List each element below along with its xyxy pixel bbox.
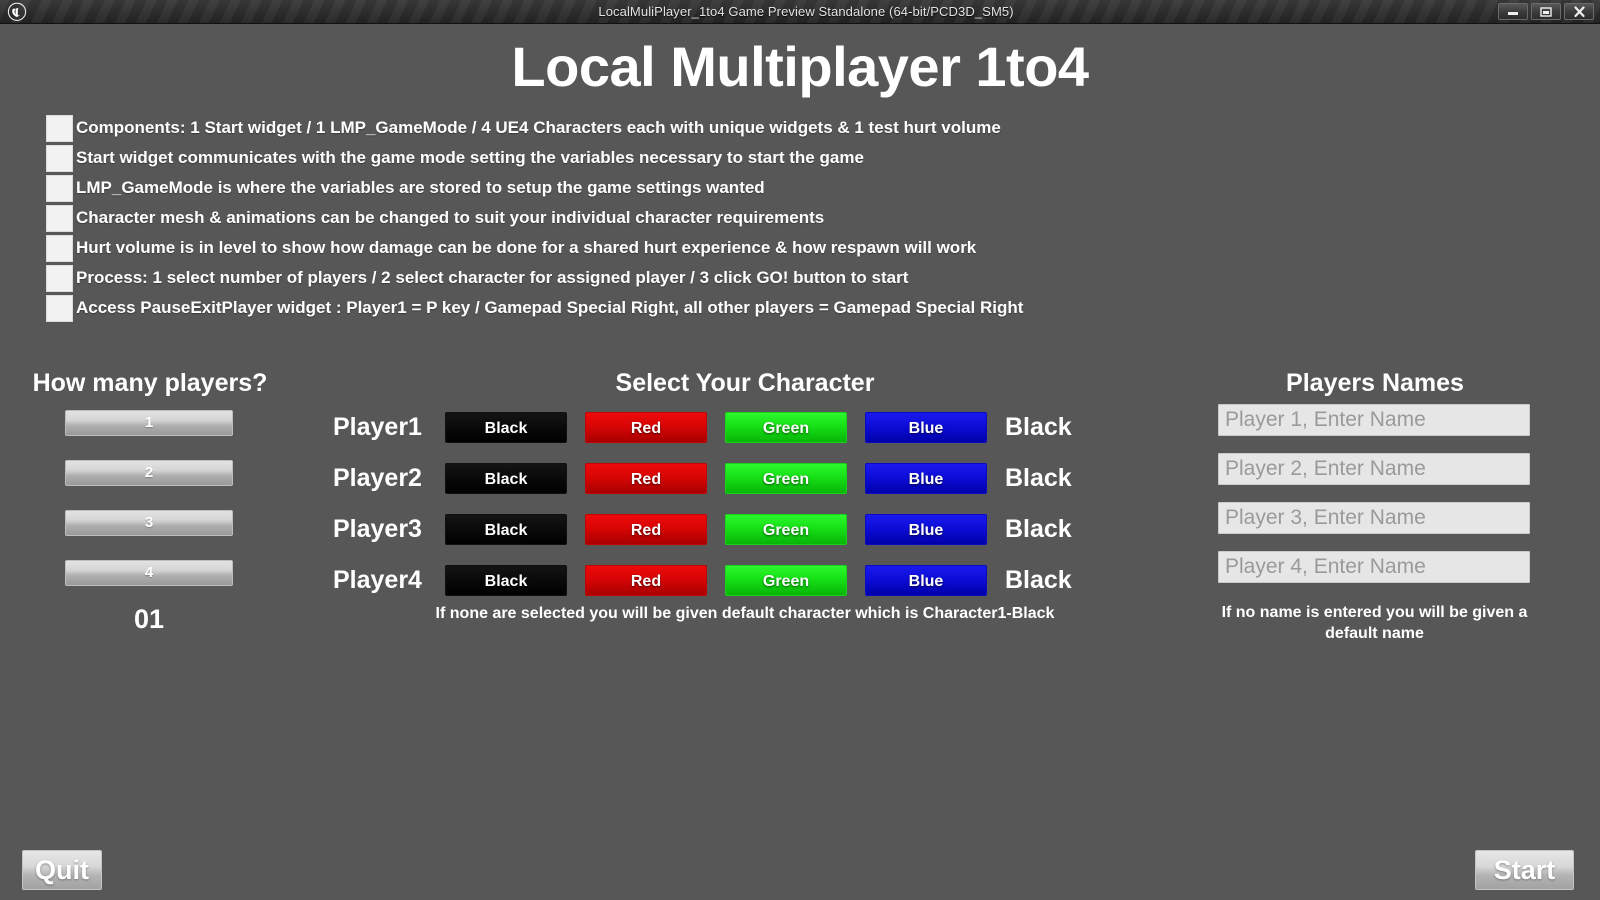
player-count-heading: How many players? bbox=[32, 369, 268, 397]
player-name-input-4[interactable] bbox=[1218, 551, 1530, 583]
character-row: Player4 Black Red Green Blue Black bbox=[333, 555, 1072, 606]
game-preview-viewport: Local Multiplayer 1to4 Components: 1 Sta… bbox=[0, 24, 1600, 900]
player-name-input-2[interactable] bbox=[1218, 453, 1530, 485]
window-title-bar: LocalMuliPlayer_1to4 Game Preview Standa… bbox=[0, 0, 1600, 24]
character-current-value: Black bbox=[1005, 464, 1072, 492]
player-count-option-2[interactable]: 2 bbox=[65, 460, 233, 486]
character-option-green-p3[interactable]: Green bbox=[725, 514, 847, 545]
bullet-item: Character mesh & animations can be chang… bbox=[46, 203, 1246, 233]
character-option-red-p4[interactable]: Red bbox=[585, 565, 707, 596]
character-current-value: Black bbox=[1005, 515, 1072, 543]
minimize-button[interactable] bbox=[1498, 3, 1528, 20]
character-option-black-p2[interactable]: Black bbox=[445, 463, 567, 494]
character-option-green-p2[interactable]: Green bbox=[725, 463, 847, 494]
checkbox-icon bbox=[46, 294, 73, 322]
character-option-black-p4[interactable]: Black bbox=[445, 565, 567, 596]
character-select-note: If none are selected you will be given d… bbox=[435, 605, 1055, 622]
page-title: Local Multiplayer 1to4 bbox=[511, 35, 1089, 98]
bullet-label: LMP_GameMode is where the variables are … bbox=[76, 178, 765, 197]
character-option-blue-p1[interactable]: Blue bbox=[865, 412, 987, 443]
character-current-value: Black bbox=[1005, 566, 1072, 594]
character-option-red-p3[interactable]: Red bbox=[585, 514, 707, 545]
bullet-label: Components: 1 Start widget / 1 LMP_GameM… bbox=[76, 118, 1001, 137]
bullet-item: Process: 1 select number of players / 2 … bbox=[46, 263, 1246, 293]
character-row: Player3 Black Red Green Blue Black bbox=[333, 504, 1072, 555]
bullet-item: LMP_GameMode is where the variables are … bbox=[46, 173, 1246, 203]
character-row: Player1 Black Red Green Blue Black bbox=[333, 402, 1072, 453]
bullet-label: Character mesh & animations can be chang… bbox=[76, 208, 825, 227]
feature-bullet-list: Components: 1 Start widget / 1 LMP_GameM… bbox=[46, 113, 1246, 323]
player-label: Player1 bbox=[333, 413, 422, 441]
bullet-label: Process: 1 select number of players / 2 … bbox=[76, 268, 909, 287]
character-option-blue-p4[interactable]: Blue bbox=[865, 565, 987, 596]
close-icon bbox=[1573, 5, 1585, 17]
checkbox-icon bbox=[46, 234, 73, 262]
start-button[interactable]: Start bbox=[1475, 850, 1574, 890]
character-option-black-p1[interactable]: Black bbox=[445, 412, 567, 443]
player-name-input-1[interactable] bbox=[1218, 404, 1530, 436]
character-row: Player2 Black Red Green Blue Black bbox=[333, 453, 1072, 504]
character-option-blue-p2[interactable]: Blue bbox=[865, 463, 987, 494]
quit-button[interactable]: Quit bbox=[22, 850, 102, 890]
bullet-item: Access PauseExitPlayer widget : Player1 … bbox=[46, 293, 1246, 323]
character-option-green-p1[interactable]: Green bbox=[725, 412, 847, 443]
players-names-note: If no name is entered you will be given … bbox=[1221, 604, 1528, 642]
bullet-label: Access PauseExitPlayer widget : Player1 … bbox=[76, 298, 1024, 317]
character-select-grid: Player1 Black Red Green Blue Black Player2 Blac… bbox=[333, 402, 1072, 606]
player-count-value: 01 bbox=[133, 604, 165, 634]
player-count-option-3[interactable]: 3 bbox=[65, 510, 233, 536]
bullet-item: Components: 1 Start widget / 1 LMP_GameM… bbox=[46, 113, 1246, 143]
character-select-heading: Select Your Character bbox=[615, 369, 875, 397]
character-option-green-p4[interactable]: Green bbox=[725, 565, 847, 596]
player-name-input-3[interactable] bbox=[1218, 502, 1530, 534]
player-label: Player4 bbox=[333, 566, 422, 594]
bullet-label: Start widget communicates with the game … bbox=[76, 148, 864, 167]
checkbox-icon bbox=[46, 114, 73, 142]
checkbox-icon bbox=[46, 174, 73, 202]
player-label: Player2 bbox=[333, 464, 422, 492]
checkbox-icon bbox=[46, 264, 73, 292]
unreal-engine-logo-icon bbox=[0, 0, 34, 24]
close-button[interactable] bbox=[1564, 3, 1594, 20]
checkbox-icon bbox=[46, 144, 73, 172]
restore-button[interactable] bbox=[1531, 3, 1561, 20]
restore-icon bbox=[1540, 7, 1552, 17]
window-title: LocalMuliPlayer_1to4 Game Preview Standa… bbox=[598, 4, 1014, 19]
character-current-value: Black bbox=[1005, 413, 1072, 441]
player-label: Player3 bbox=[333, 515, 422, 543]
character-option-black-p3[interactable]: Black bbox=[445, 514, 567, 545]
character-option-blue-p3[interactable]: Blue bbox=[865, 514, 987, 545]
bullet-item: Hurt volume is in level to show how dama… bbox=[46, 233, 1246, 263]
character-option-red-p2[interactable]: Red bbox=[585, 463, 707, 494]
bullet-item: Start widget communicates with the game … bbox=[46, 143, 1246, 173]
minimize-icon bbox=[1508, 11, 1518, 15]
checkbox-icon bbox=[46, 204, 73, 232]
player-count-option-1[interactable]: 1 bbox=[65, 410, 233, 436]
window-controls bbox=[1498, 3, 1600, 20]
bullet-label: Hurt volume is in level to show how dama… bbox=[76, 238, 977, 257]
character-option-red-p1[interactable]: Red bbox=[585, 412, 707, 443]
player-count-button-group: 1 2 3 4 bbox=[65, 410, 233, 610]
players-names-field-group bbox=[1218, 404, 1530, 600]
player-count-option-4[interactable]: 4 bbox=[65, 560, 233, 586]
players-names-heading: Players Names bbox=[1286, 369, 1464, 397]
